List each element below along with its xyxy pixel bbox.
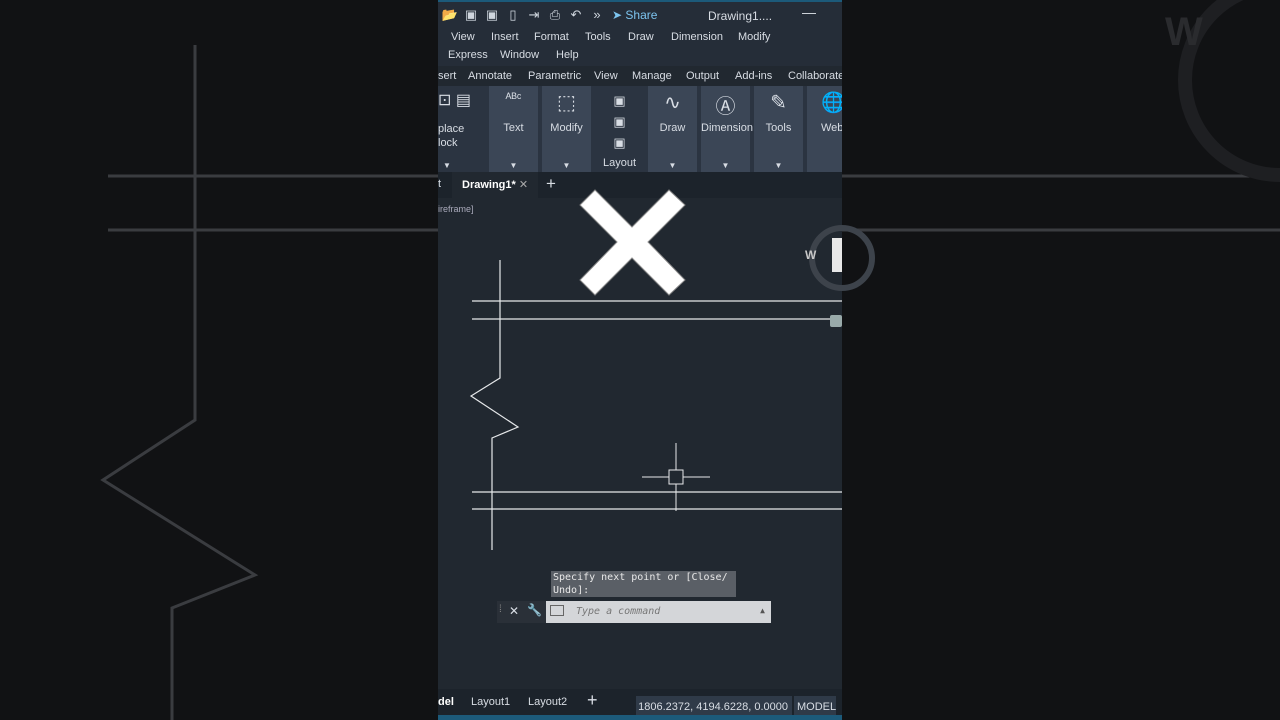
crosshair-cursor — [642, 443, 710, 511]
close-x-icon — [579, 189, 686, 296]
drawing-canvas[interactable]: W — [0, 0, 1280, 720]
viewcube-west-label: W — [805, 248, 817, 262]
viewcube-icon — [809, 225, 875, 327]
break-line — [469, 260, 520, 550]
drawing-lines — [469, 260, 842, 550]
